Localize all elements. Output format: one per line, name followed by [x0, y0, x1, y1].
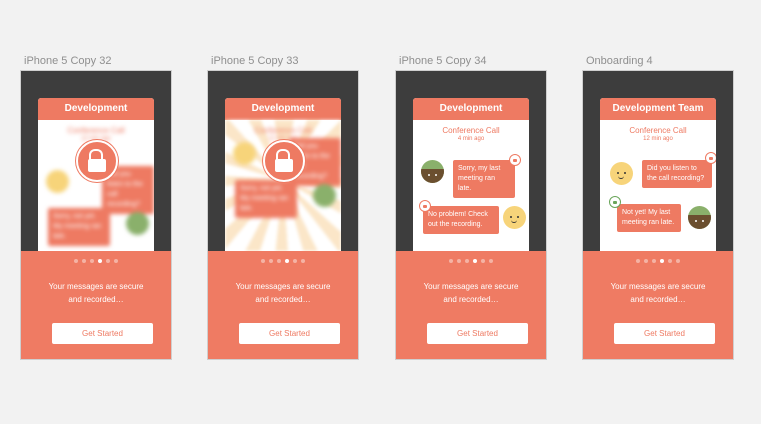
page-dot[interactable]: [457, 259, 461, 263]
get-started-button[interactable]: Get Started: [52, 323, 153, 344]
page-dot[interactable]: [465, 259, 469, 263]
page-indicator: [208, 259, 358, 263]
page-dot[interactable]: [481, 259, 485, 263]
avatar: [503, 206, 526, 229]
avatar: [421, 160, 444, 183]
page-dot[interactable]: [489, 259, 493, 263]
page-dot[interactable]: [106, 259, 110, 263]
tagline-line: and recorded…: [68, 295, 124, 304]
phone-screen: Development Conference Call 4 min ago So…: [396, 71, 546, 359]
tagline-line: Your messages are secure: [423, 282, 519, 291]
chat-card: Development Conference Call 12 min ago D…: [38, 98, 154, 251]
avatar: [126, 212, 149, 235]
lock-icon: [419, 200, 431, 212]
onboarding-panel: Your messages are secure and recorded… G…: [208, 251, 358, 359]
page-dot[interactable]: [114, 259, 118, 263]
artboard-2[interactable]: iPhone 5 Copy 33 Development Conference …: [208, 54, 358, 359]
unlock-icon: [76, 140, 118, 182]
lock-icon: [509, 154, 521, 166]
artboard-label[interactable]: iPhone 5 Copy 32: [24, 54, 171, 68]
tagline-line: Your messages are secure: [235, 282, 331, 291]
avatar: [688, 206, 711, 229]
get-started-button[interactable]: Get Started: [239, 323, 340, 344]
page-dot-active[interactable]: [98, 259, 102, 263]
avatar: [313, 184, 336, 207]
page-indicator: [21, 259, 171, 263]
time-ago: 12 min ago: [643, 136, 673, 142]
message-bubble: Sorry, not yet. My meeting ran late.: [235, 180, 297, 218]
page-dot[interactable]: [449, 259, 453, 263]
onboarding-panel: Your messages are secure and recorded… G…: [583, 251, 733, 359]
page-dot[interactable]: [293, 259, 297, 263]
tagline-line: and recorded…: [443, 295, 499, 304]
artboard-label[interactable]: Onboarding 4: [586, 54, 733, 68]
avatar: [610, 162, 633, 185]
avatar: [46, 170, 69, 193]
time-ago: 4 min ago: [457, 136, 485, 142]
onboarding-panel: Your messages are secure and recorded… G…: [396, 251, 546, 359]
chat-card: Development Team Conference Call 12 min …: [600, 98, 716, 251]
page-dot[interactable]: [74, 259, 78, 263]
phone-screen: Development Conference Call 12 min ago D…: [21, 71, 171, 359]
artboard-label[interactable]: iPhone 5 Copy 34: [399, 54, 546, 68]
dark-top-area: Development Team Conference Call 12 min …: [583, 71, 733, 251]
page-dot[interactable]: [82, 259, 86, 263]
tagline: Your messages are secure and recorded…: [31, 280, 161, 306]
card-header: Development Team: [600, 98, 716, 120]
page-dot[interactable]: [644, 259, 648, 263]
phone-screen: Development Team Conference Call 12 min …: [583, 71, 733, 359]
tagline: Your messages are secure and recorded…: [218, 280, 348, 306]
tagline-line: Your messages are secure: [610, 282, 706, 291]
artboard-1[interactable]: iPhone 5 Copy 32 Development Conference …: [21, 54, 171, 359]
tagline: Your messages are secure and recorded…: [593, 280, 723, 306]
page-dot[interactable]: [261, 259, 265, 263]
page-dot[interactable]: [277, 259, 281, 263]
get-started-button[interactable]: Get Started: [427, 323, 528, 344]
page-dot[interactable]: [90, 259, 94, 263]
page-dot[interactable]: [652, 259, 656, 263]
chat-card: Development Conference Call 12 min ago D…: [225, 98, 341, 251]
artboard-label[interactable]: iPhone 5 Copy 33: [211, 54, 358, 68]
chat-card: Development Conference Call 4 min ago So…: [413, 98, 529, 251]
artboard-3[interactable]: iPhone 5 Copy 34 Development Conference …: [396, 54, 546, 359]
page-dot-active[interactable]: [473, 259, 477, 263]
get-started-button[interactable]: Get Started: [614, 323, 715, 344]
page-indicator: [583, 259, 733, 263]
unlock-icon: [263, 140, 305, 182]
onboarding-panel: Your messages are secure and recorded… G…: [21, 251, 171, 359]
conference-label: Conference Call: [442, 126, 500, 135]
dark-top-area: Development Conference Call 4 min ago So…: [396, 71, 546, 251]
conference-label: Conference Call: [67, 126, 125, 135]
message-bubble: Did you listen to the call recording?: [642, 160, 712, 188]
dark-top-area: Development Conference Call 12 min ago D…: [21, 71, 171, 251]
tagline-line: Your messages are secure: [48, 282, 144, 291]
page-dot[interactable]: [636, 259, 640, 263]
tagline: Your messages are secure and recorded…: [406, 280, 536, 306]
message-bubble: No problem! Check out the recording.: [423, 206, 499, 234]
conference-label: Conference Call: [254, 126, 312, 135]
page-dot[interactable]: [676, 259, 680, 263]
conference-label: Conference Call: [629, 126, 687, 135]
page-dot[interactable]: [269, 259, 273, 263]
page-dot[interactable]: [668, 259, 672, 263]
page-dot-active[interactable]: [660, 259, 664, 263]
lock-icon: [609, 196, 621, 208]
card-header: Development: [413, 98, 529, 120]
page-dot-active[interactable]: [285, 259, 289, 263]
card-header: Development: [38, 98, 154, 120]
message-bubble: Sorry, not yet. My meeting ran late.: [48, 208, 110, 246]
tagline-line: and recorded…: [255, 295, 311, 304]
artboard-4[interactable]: Onboarding 4 Development Team Conference…: [583, 54, 733, 359]
tagline-line: and recorded…: [630, 295, 686, 304]
avatar: [233, 142, 256, 165]
dark-top-area: Development Conference Call 12 min ago D…: [208, 71, 358, 251]
lock-icon: [705, 152, 716, 164]
phone-screen: Development Conference Call 12 min ago D…: [208, 71, 358, 359]
page-dot[interactable]: [301, 259, 305, 263]
message-bubble: Sorry, my last meeting ran late.: [453, 160, 515, 198]
page-indicator: [396, 259, 546, 263]
message-bubble: Not yet! My last meeting ran late.: [617, 204, 681, 232]
card-header: Development: [225, 98, 341, 120]
